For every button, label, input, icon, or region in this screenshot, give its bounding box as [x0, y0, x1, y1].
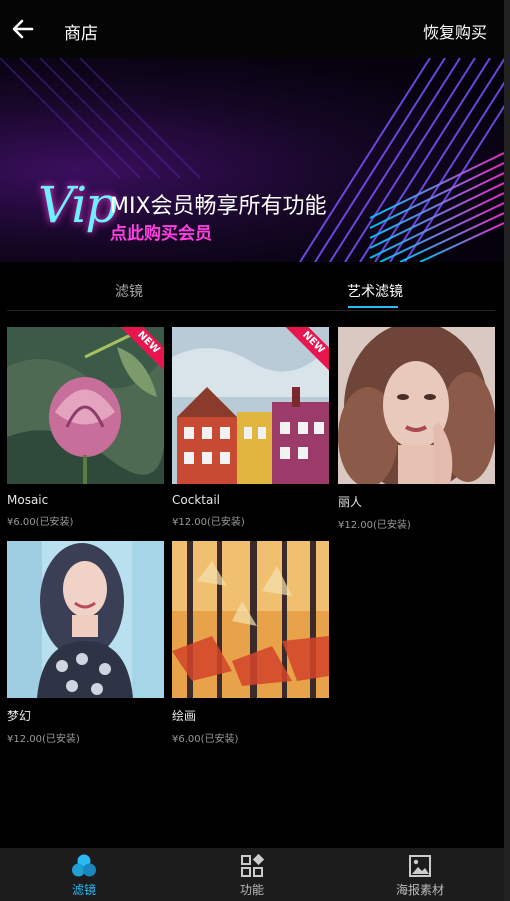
filter-price: ¥6.00(已安装): [7, 517, 74, 528]
filter-thumbnail: NEW: [172, 327, 329, 484]
filter-card-dream[interactable]: 梦幻 ¥12.00(已安装): [7, 541, 164, 745]
nav-item-filters[interactable]: 滤镜: [0, 848, 168, 901]
filter-name: 丽人: [338, 495, 363, 509]
filter-card-cocktail[interactable]: NEW Cocktail ¥12.00(已安装): [172, 327, 329, 528]
tab-art-filters[interactable]: 艺术滤镜: [347, 281, 403, 301]
grid-tools-icon: [241, 853, 265, 877]
filter-thumbnail: [338, 327, 495, 484]
nav-item-poster-materials[interactable]: 海报素材: [336, 848, 504, 901]
filter-price: ¥12.00(已安装): [172, 517, 245, 528]
image-icon: [409, 855, 431, 877]
vip-banner[interactable]: Vip MIX会员畅享所有功能 点此购买会员: [0, 58, 504, 262]
filter-name: Mosaic: [7, 493, 49, 507]
filter-price: ¥6.00(已安装): [172, 734, 239, 745]
restore-purchase-button[interactable]: 恢复购买: [423, 19, 487, 43]
filter-thumbnail: [172, 541, 329, 698]
filter-circles-icon: [72, 854, 96, 877]
nav-label: 滤镜: [71, 883, 96, 897]
back-arrow-icon[interactable]: [10, 16, 36, 42]
filter-price: ¥12.00(已安装): [7, 734, 80, 745]
buy-membership-link[interactable]: 点此购买会员: [110, 219, 212, 244]
filter-price: ¥12.00(已安装): [338, 520, 411, 531]
nav-item-features[interactable]: 功能: [168, 848, 336, 901]
bottom-navigation: 滤镜 功能 海报素材: [0, 848, 504, 901]
filter-card-beauty[interactable]: 丽人 ¥12.00(已安装): [338, 327, 495, 531]
filter-card-mosaic[interactable]: NEW Mosaic ¥6.00(已安装): [7, 327, 164, 528]
nav-label: 海报素材: [395, 883, 444, 897]
filter-name: 绘画: [172, 709, 197, 723]
filter-thumbnail: [7, 541, 164, 698]
tabs-divider: [7, 310, 495, 311]
category-tabs: 滤镜 艺术滤镜: [0, 262, 504, 312]
top-bar: 商店 恢复购买: [0, 0, 510, 58]
active-tab-indicator: [348, 306, 398, 308]
filter-thumbnail: NEW: [7, 327, 164, 484]
scrollbar-track: [504, 0, 510, 901]
tab-filters[interactable]: 滤镜: [115, 281, 143, 301]
filter-name: 梦幻: [7, 709, 32, 723]
filter-name: Cocktail: [172, 493, 220, 507]
filter-card-painting[interactable]: 绘画 ¥6.00(已安装): [172, 541, 329, 745]
page-title: 商店: [64, 24, 98, 44]
vip-logo: Vip: [38, 176, 117, 234]
nav-label: 功能: [239, 883, 264, 897]
banner-headline: MIX会员畅享所有功能: [110, 194, 327, 219]
